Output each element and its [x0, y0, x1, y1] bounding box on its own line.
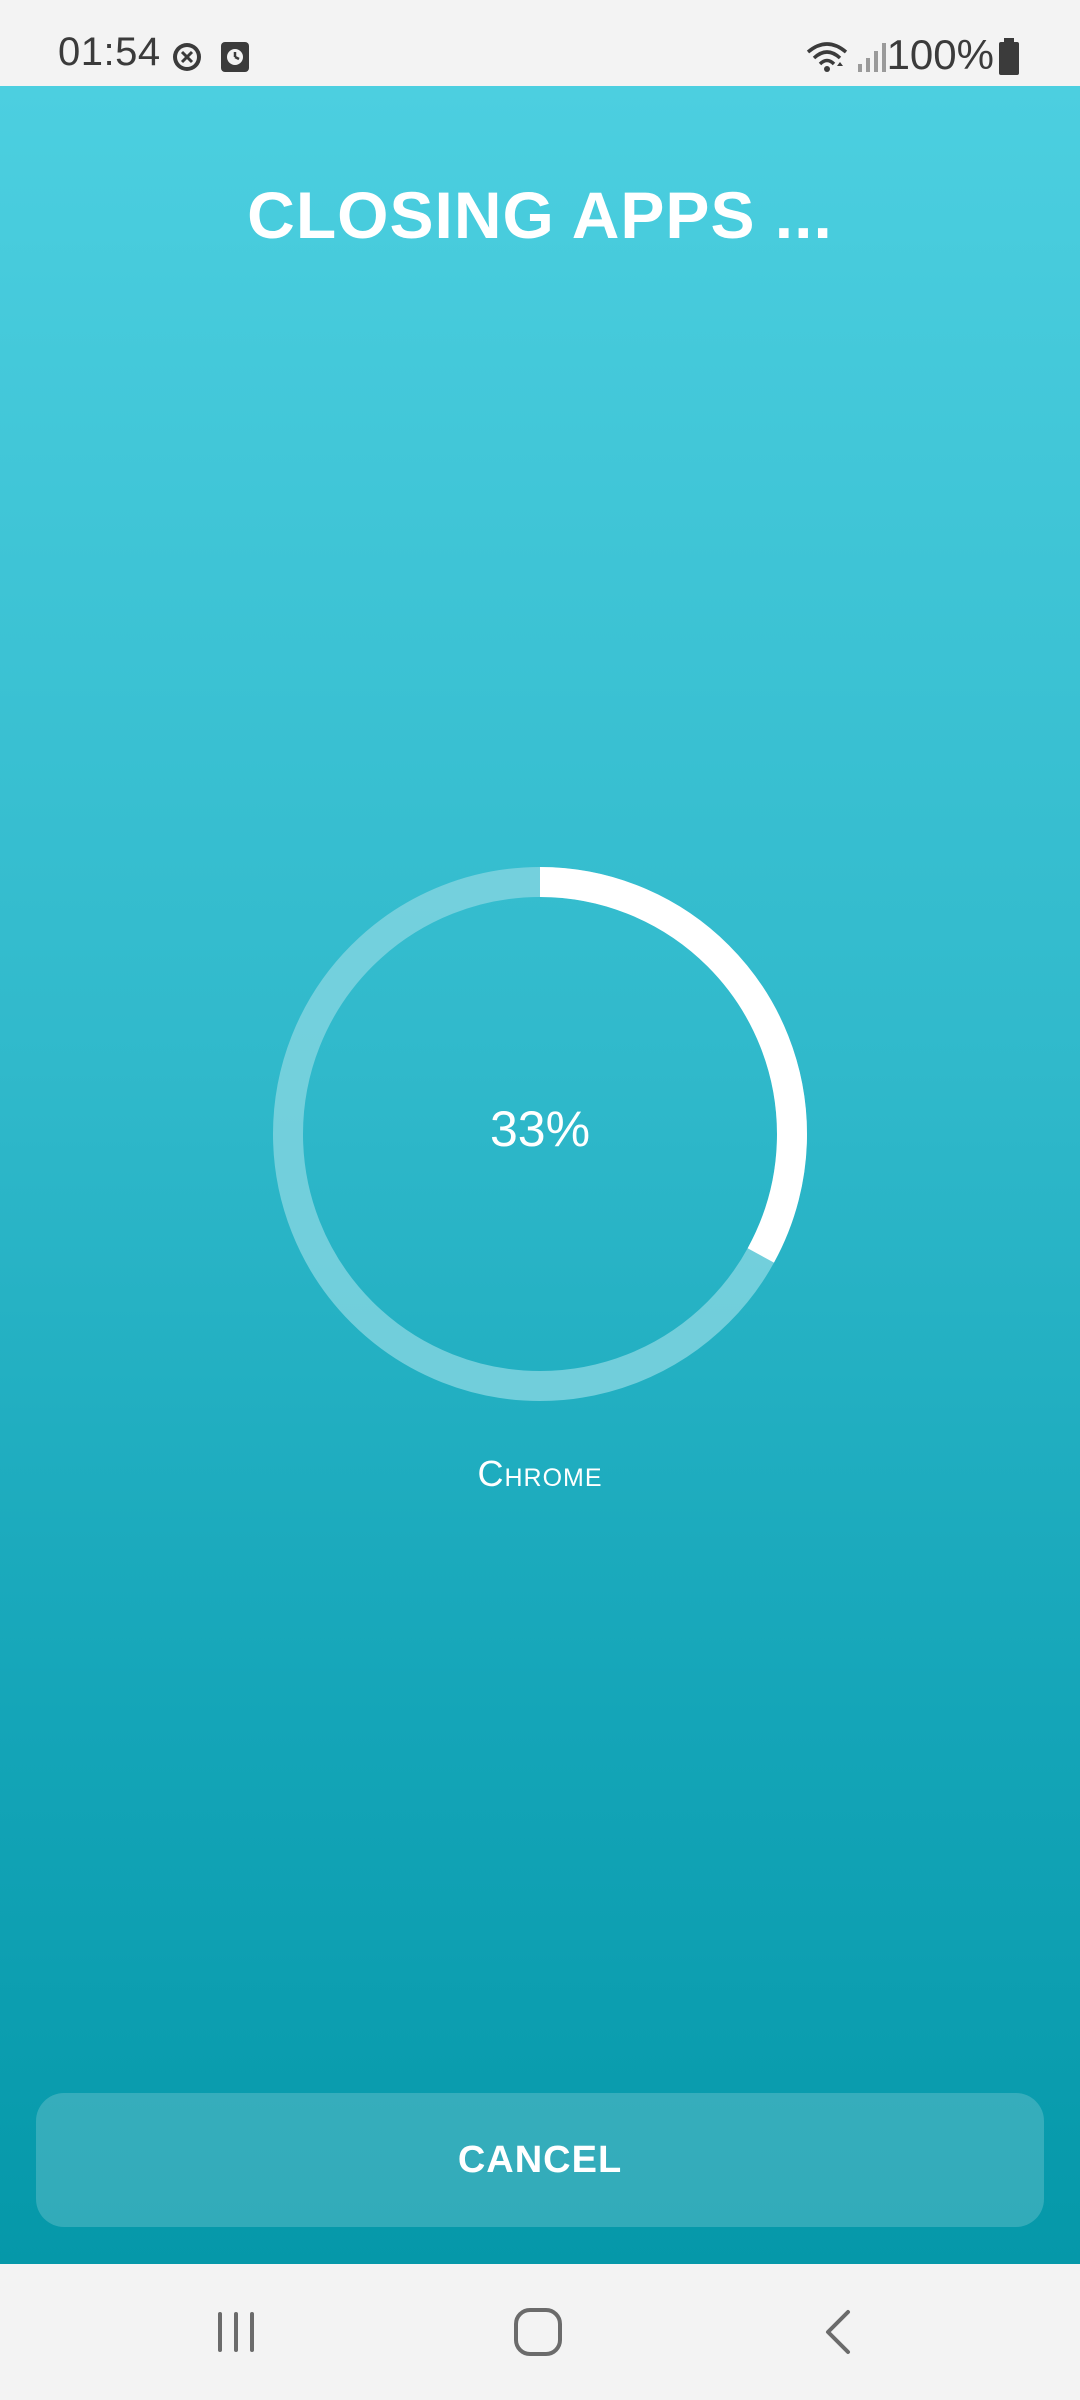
- progress-percent: 33%: [489, 1101, 591, 1157]
- clock-icon: [221, 42, 249, 72]
- back-icon[interactable]: [808, 2300, 872, 2364]
- wifi-icon: [806, 42, 848, 72]
- battery-icon: [999, 38, 1019, 75]
- progress-ring: 33%: [270, 864, 810, 1404]
- screen: 01:54 100% CLOSING APPS ... 33% Chrome C…: [0, 0, 1080, 2400]
- page-title: CLOSING APPS ...: [247, 178, 833, 252]
- current-app-name: Chrome: [477, 1453, 603, 1494]
- signal-icon: [858, 43, 886, 72]
- status-time: 01:54: [58, 30, 161, 74]
- home-icon[interactable]: [506, 2300, 570, 2364]
- cancel-button[interactable]: CANCEL: [36, 2093, 1044, 2227]
- navigation-bar: [0, 2264, 1080, 2400]
- recent-apps-icon[interactable]: [204, 2300, 268, 2364]
- status-bar: 01:54 100%: [0, 0, 1080, 86]
- closing-apps-panel: CLOSING APPS ... 33% Chrome CANCEL: [0, 86, 1080, 2264]
- battery-percent: 100%: [886, 31, 994, 78]
- blocked-circle-icon: [173, 43, 201, 71]
